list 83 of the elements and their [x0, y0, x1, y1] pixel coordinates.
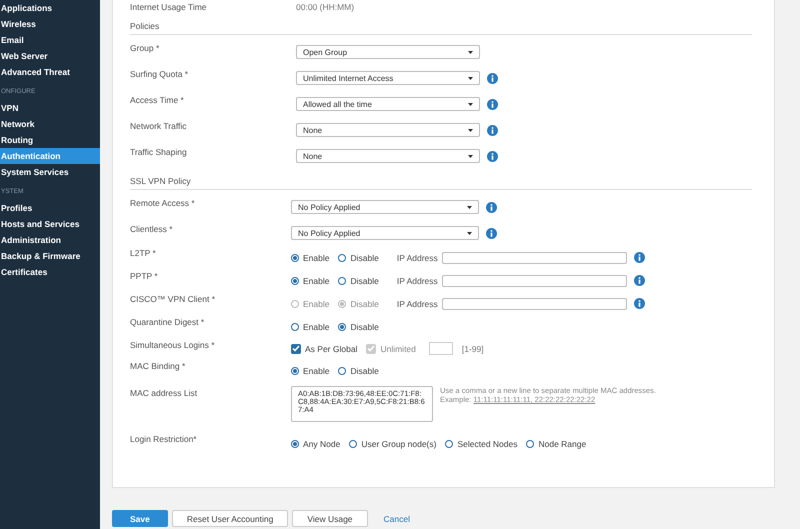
- ip-address-field[interactable]: [442, 274, 627, 286]
- radio-option[interactable]: Any Node: [291, 438, 340, 448]
- sidebar-item[interactable]: Hosts and Services: [0, 216, 100, 232]
- field-label: Internet Usage Time: [130, 1, 208, 12]
- radio-option[interactable]: Disable: [338, 366, 379, 376]
- radio-option[interactable]: User Group node(s): [349, 438, 436, 448]
- range-hint: [1-99]: [462, 344, 484, 354]
- info-icon[interactable]: [486, 202, 497, 212]
- field-label: Remote Access *: [130, 197, 196, 208]
- sidebar-item[interactable]: Advanced Threat: [0, 64, 100, 80]
- field-label: PPTP *: [130, 270, 159, 281]
- sidebar-item[interactable]: VPN: [0, 100, 100, 116]
- field-label: Access Time *: [130, 94, 185, 105]
- field-label: IP Address: [396, 252, 439, 262]
- info-icon[interactable]: [486, 228, 497, 238]
- dropdown[interactable]: Open Group: [296, 45, 480, 59]
- info-icon[interactable]: [487, 150, 498, 162]
- info-icon[interactable]: [634, 252, 645, 263]
- radio-option[interactable]: Selected Nodes: [445, 438, 518, 448]
- field-label: Group *: [130, 42, 160, 53]
- field-label: CISCO™ VPN Client *: [130, 293, 216, 304]
- dropdown[interactable]: Unlimited Internet Access: [296, 71, 480, 85]
- info-icon[interactable]: [487, 124, 498, 136]
- caret-icon: [468, 76, 473, 80]
- sidebar-item[interactable]: Certificates: [0, 264, 100, 280]
- info-icon[interactable]: [634, 275, 645, 286]
- checkbox-option[interactable]: As Per Global: [291, 344, 358, 354]
- field-label: Network Traffic: [130, 120, 188, 131]
- field-label: Simultaneous Logins *: [130, 339, 216, 350]
- section-title: Policies: [130, 20, 752, 35]
- field-label: MAC address List: [130, 387, 198, 398]
- sidebar-item[interactable]: Web Server: [0, 48, 100, 64]
- sidebar-item[interactable]: Routing: [0, 132, 100, 148]
- field-label: L2TP *: [130, 247, 157, 258]
- field-label: IP Address: [396, 298, 439, 308]
- sidebar-item[interactable]: Applications: [0, 0, 100, 16]
- radio-option[interactable]: Node Range: [526, 438, 586, 448]
- cancel-link[interactable]: Cancel: [384, 514, 410, 524]
- caret-icon: [468, 50, 473, 54]
- number-field[interactable]: [428, 342, 453, 355]
- action-button[interactable]: Reset User Accounting: [172, 510, 288, 527]
- field-label: IP Address: [396, 276, 439, 286]
- action-button[interactable]: View Usage: [292, 510, 368, 527]
- ip-address-field[interactable]: [442, 298, 627, 310]
- sidebar-item[interactable]: Administration: [0, 232, 100, 248]
- field-label: Clientless *: [130, 223, 174, 234]
- sidebar-item[interactable]: Email: [0, 32, 100, 48]
- dropdown[interactable]: Allowed all the time: [296, 97, 480, 111]
- caret-icon: [467, 206, 472, 208]
- sidebar-item[interactable]: Wireless: [0, 16, 100, 32]
- dropdown[interactable]: No Policy Applied: [291, 226, 479, 240]
- section-title: SSL VPN Policy: [130, 175, 752, 190]
- field-label: Surfing Quota *: [130, 68, 190, 79]
- info-icon[interactable]: [487, 98, 498, 110]
- radio-option[interactable]: Enable: [291, 366, 330, 376]
- radio-option[interactable]: Enable: [291, 276, 330, 286]
- sidebar-item[interactable]: System Services: [0, 164, 100, 180]
- radio-option[interactable]: Disable: [338, 276, 379, 286]
- ip-address-field[interactable]: [442, 252, 627, 264]
- sidebar-item[interactable]: Profiles: [0, 200, 100, 216]
- caret-icon: [468, 154, 473, 158]
- checkmark-icon: [292, 345, 300, 352]
- caret-icon: [468, 128, 473, 132]
- info-icon[interactable]: [487, 72, 498, 84]
- field-label: MAC Binding *: [130, 360, 186, 371]
- sidebar-item[interactable]: Network: [0, 116, 100, 132]
- radio-option[interactable]: Disable: [338, 252, 379, 262]
- dropdown[interactable]: None: [296, 123, 480, 137]
- field-label: Quarantine Digest *: [130, 316, 206, 327]
- field-label: Login Restriction*: [130, 433, 198, 444]
- field-label: Traffic Shaping: [130, 146, 188, 157]
- caret-icon: [468, 102, 473, 106]
- dropdown[interactable]: No Policy Applied: [291, 200, 479, 214]
- caret-icon: [467, 232, 472, 234]
- radio-option[interactable]: Enable: [291, 252, 330, 262]
- radio-option[interactable]: Enable: [291, 322, 330, 332]
- checkmark-icon: [367, 345, 376, 352]
- info-icon[interactable]: [634, 298, 645, 309]
- sidebar-item[interactable]: Backup & Firmware: [0, 248, 100, 264]
- dropdown[interactable]: None: [296, 149, 480, 163]
- usage-value: 00:00 (HH:MM): [296, 2, 354, 12]
- radio-option[interactable]: Disable: [338, 322, 379, 332]
- save-button[interactable]: Save: [112, 510, 168, 527]
